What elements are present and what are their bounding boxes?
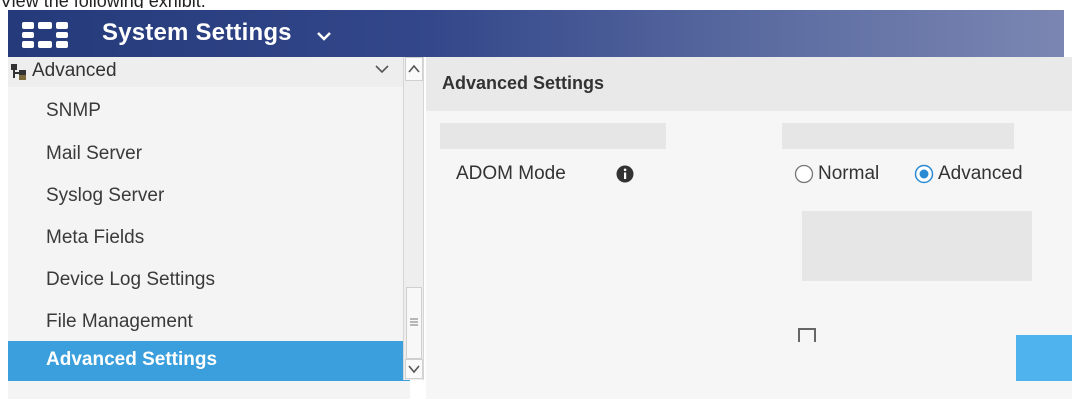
top-bar: System Settings bbox=[8, 10, 1064, 57]
sidebar-item-syslog-server[interactable]: Syslog Server bbox=[8, 177, 410, 217]
sidebar-item-advanced-settings[interactable]: Advanced Settings bbox=[8, 341, 410, 381]
sidebar-item-file-management[interactable]: File Management bbox=[8, 303, 410, 343]
chevron-up-icon bbox=[408, 64, 420, 73]
adom-mode-label: ADOM Mode bbox=[456, 163, 566, 184]
sidebar-section-advanced[interactable]: Advanced bbox=[8, 57, 410, 87]
blurred-field bbox=[802, 211, 1032, 281]
panel-header: Advanced Settings bbox=[426, 57, 1072, 111]
sidebar-item-label: Syslog Server bbox=[46, 185, 165, 206]
main-panel: Advanced Settings ADOM Mode Normal Advan… bbox=[426, 57, 1072, 399]
grid-icon[interactable] bbox=[22, 22, 68, 48]
exhibit-caption: View the following exhibit. bbox=[0, 0, 206, 8]
sidebar: Advanced SNMP Mail Server Syslog Server … bbox=[8, 57, 410, 399]
sidebar-item-meta-fields[interactable]: Meta Fields bbox=[8, 219, 410, 259]
app-title[interactable]: System Settings bbox=[102, 18, 292, 48]
apply-button[interactable] bbox=[1016, 335, 1072, 381]
sidebar-scrollbar[interactable] bbox=[403, 57, 424, 380]
chevron-down-icon[interactable] bbox=[374, 63, 390, 75]
sidebar-section-label: Advanced bbox=[32, 60, 117, 81]
radio-advanced[interactable] bbox=[914, 164, 934, 184]
sidebar-item-label: Mail Server bbox=[46, 143, 143, 164]
page-title: Advanced Settings bbox=[442, 73, 605, 93]
review-checkbox[interactable] bbox=[798, 328, 816, 342]
sidebar-item-device-log-settings[interactable]: Device Log Settings bbox=[8, 261, 410, 301]
chevron-down-icon[interactable] bbox=[316, 30, 332, 42]
folder-tree-icon bbox=[11, 64, 26, 80]
scrollbar-thumb[interactable] bbox=[406, 287, 422, 359]
sidebar-item-label: Meta Fields bbox=[46, 227, 145, 248]
radio-normal-label: Normal bbox=[818, 163, 880, 184]
blurred-field bbox=[782, 123, 1014, 149]
sidebar-item-label: Advanced Settings bbox=[46, 349, 218, 370]
chevron-down-icon bbox=[408, 365, 420, 374]
sidebar-item-snmp[interactable]: SNMP bbox=[8, 92, 410, 132]
sidebar-item-label: File Management bbox=[46, 311, 193, 332]
scroll-up-button[interactable] bbox=[405, 57, 423, 81]
blurred-field bbox=[440, 123, 666, 149]
info-icon[interactable] bbox=[616, 165, 634, 183]
grip-icon bbox=[410, 318, 418, 326]
scroll-down-button[interactable] bbox=[405, 359, 423, 379]
radio-advanced-label: Advanced bbox=[938, 163, 1023, 184]
radio-normal[interactable] bbox=[794, 164, 814, 184]
sidebar-item-label: Device Log Settings bbox=[46, 269, 215, 290]
sidebar-item-mail-server[interactable]: Mail Server bbox=[8, 135, 410, 175]
sidebar-item-label: SNMP bbox=[46, 100, 101, 121]
